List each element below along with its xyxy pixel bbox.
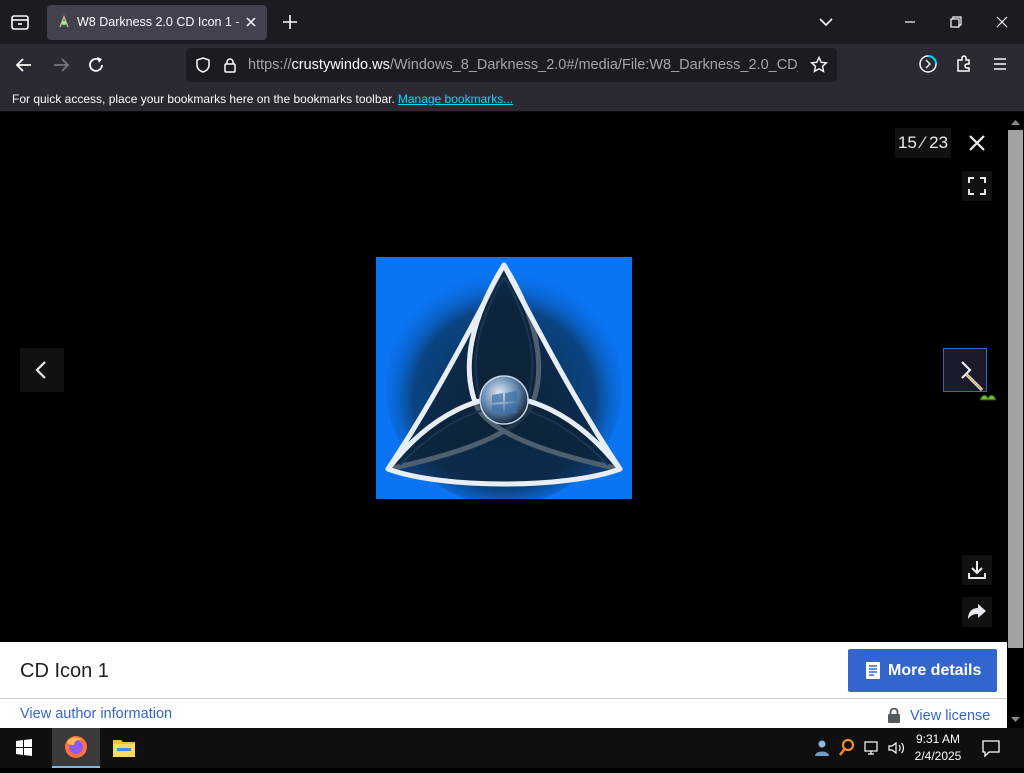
more-details-button[interactable]: More details xyxy=(848,649,997,692)
forward-arrow-icon[interactable] xyxy=(51,55,71,75)
scrollbar-thumb[interactable] xyxy=(1008,130,1023,648)
extensions-puzzle-icon[interactable] xyxy=(954,54,974,74)
fullscreen-icon[interactable] xyxy=(962,171,992,201)
mouse-cursor-icon xyxy=(962,370,1002,410)
minimize-icon[interactable] xyxy=(900,12,920,32)
search-icon[interactable] xyxy=(838,738,856,758)
scroll-down-icon[interactable] xyxy=(1008,712,1023,724)
chevron-down-icon[interactable] xyxy=(816,12,836,32)
network-icon[interactable] xyxy=(862,739,882,757)
restore-icon[interactable] xyxy=(946,12,966,32)
download-icon[interactable] xyxy=(962,555,992,585)
action-center-icon[interactable] xyxy=(980,738,1002,758)
bookmark-star-icon[interactable] xyxy=(809,55,829,74)
divider xyxy=(0,698,1007,699)
close-icon[interactable] xyxy=(963,131,991,155)
triquetra-cd-icon xyxy=(385,262,623,499)
tab-list-icon[interactable] xyxy=(8,10,32,34)
bookmarks-hint: For quick access, place your bookmarks h… xyxy=(12,92,513,106)
previous-image-button[interactable] xyxy=(20,348,64,392)
author-info-link[interactable]: View author information xyxy=(20,706,172,722)
windows-start-icon[interactable] xyxy=(0,728,48,768)
media-image[interactable] xyxy=(376,257,632,499)
chevron-left-icon xyxy=(35,361,46,379)
tab-favicon-icon xyxy=(57,14,71,29)
bookmarks-message: For quick access, place your bookmarks h… xyxy=(12,92,395,106)
media-title: CD Icon 1 xyxy=(20,660,109,682)
url-host: crustywindo.ws xyxy=(291,57,390,73)
share-icon[interactable] xyxy=(962,597,992,627)
tab-bar: W8 Darkness 2.0 CD Icon 1 - Wi xyxy=(0,0,1024,44)
tab-title: W8 Darkness 2.0 CD Icon 1 - Wi xyxy=(77,15,242,29)
lock-icon xyxy=(887,707,901,723)
url-path: /Windows_8_Darkness_2.0#/media/File:W8_D… xyxy=(389,57,798,73)
new-tab-icon[interactable] xyxy=(280,12,300,32)
tracking-protection-shield-icon[interactable] xyxy=(194,56,212,74)
bookmarks-toolbar: For quick access, place your bookmarks h… xyxy=(0,86,1024,112)
more-details-label: More details xyxy=(888,662,982,679)
url-prefix: https:// xyxy=(248,57,292,73)
lock-icon[interactable] xyxy=(221,56,239,74)
reload-icon[interactable] xyxy=(86,55,106,75)
windows-taskbar: 9:31 AM 2/4/2025 xyxy=(0,728,1024,768)
image-counter: 15 ⁄ 23 xyxy=(895,128,951,158)
back-arrow-icon[interactable] xyxy=(14,55,34,75)
firefox-taskbar-icon[interactable] xyxy=(52,728,100,768)
scroll-up-icon[interactable] xyxy=(1008,116,1023,128)
clock-date[interactable]: 2/4/2025 xyxy=(908,749,968,763)
media-info-panel: CD Icon 1 More details View author infor… xyxy=(0,642,1007,728)
view-license-link[interactable]: View license xyxy=(910,708,990,724)
manage-bookmarks-link[interactable]: Manage bookmarks... xyxy=(398,92,513,106)
volume-icon[interactable] xyxy=(886,739,906,757)
file-explorer-icon[interactable] xyxy=(100,728,148,768)
tab-close-icon[interactable] xyxy=(243,14,259,30)
account-icon[interactable] xyxy=(918,54,938,74)
url-text[interactable]: https://crustywindo.ws/Windows_8_Darknes… xyxy=(248,57,798,74)
navigation-toolbar: https://crustywindo.ws/Windows_8_Darknes… xyxy=(0,44,1024,86)
document-icon xyxy=(866,662,880,679)
window-close-icon[interactable] xyxy=(992,12,1012,32)
browser-tab[interactable]: W8 Darkness 2.0 CD Icon 1 - Wi xyxy=(47,5,267,40)
hamburger-menu-icon[interactable] xyxy=(990,54,1010,74)
clock-time[interactable]: 9:31 AM xyxy=(908,732,968,746)
people-icon[interactable] xyxy=(812,738,832,758)
url-bar[interactable]: https://crustywindo.ws/Windows_8_Darknes… xyxy=(186,48,837,82)
